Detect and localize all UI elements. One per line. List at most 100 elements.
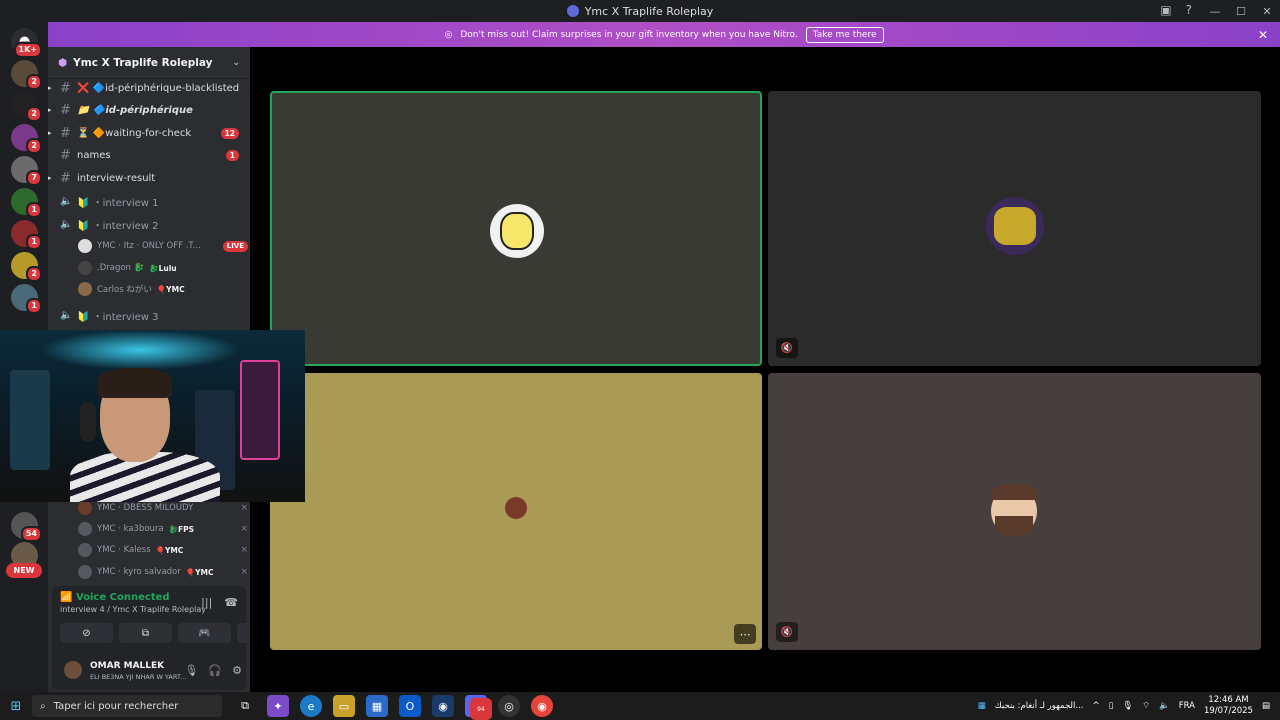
windows-taskbar: ⊞ ⌕ Taper ici pour rechercher ⧉ ✦ e ▭ ▦ … [0,692,1280,720]
nitro-banner: ◎ Don't miss out! Claim surprises in you… [48,22,1280,47]
channel-item[interactable]: ▸ # 📁 🔷id-périphérique [48,99,250,121]
voice-member[interactable]: YMC · ka3boura 🐉FPS ⨯ [78,519,248,539]
channel-name: ⏳ 🔶waiting-for-check [77,127,192,139]
taskbar-search[interactable]: ⌕ Taper ici pour rechercher [32,695,222,717]
hash-icon: # [60,170,71,186]
home-badge: 1K+ [13,42,42,58]
guild-icon[interactable]: 2 [11,92,42,122]
voice-channel-item[interactable]: 🔈 🔰 ・interview 3 [48,304,250,326]
maximize-button[interactable]: ☐ [1228,5,1254,18]
channel-item[interactable]: ▸ # ❌ 🔷id-périphérique-blacklisted [48,77,250,99]
guild-icon[interactable]: 7 [11,156,42,186]
participant-tile[interactable]: 🔇 [768,91,1261,366]
avatar[interactable] [64,661,82,679]
voice-location: interview 4 / Ymc X Traplife Roleplay [60,605,207,614]
windows-start-icon[interactable]: ⊞ [0,699,32,714]
activity-button[interactable]: 🎮 [178,623,231,643]
news-ticker[interactable]: الجمهور لـ أنغام: بنحبك... [995,701,1084,711]
guild-icon[interactable]: 2 [11,60,42,90]
guild-icon[interactable]: 2 [11,124,42,154]
channel-item[interactable]: ▸ # ⏳ 🔶waiting-for-check 12 [48,122,250,144]
outlook-icon[interactable]: O [399,695,421,717]
participant-tile[interactable]: ⋯ [270,373,762,650]
guild-icon[interactable]: 1 [11,220,42,250]
microphone-icon[interactable]: 🎙 [184,664,198,677]
microphone-tray-icon[interactable]: 🎙 [1122,701,1133,711]
voice-stage: 🔇 ⋯ 🔇 [250,47,1280,692]
notification-icon[interactable]: ▤ [1262,701,1270,711]
chrome-icon[interactable]: ◉ [531,695,553,717]
avatar [78,543,92,557]
voice-channel-item[interactable]: 🔈 🔰 ・interview 1 [48,190,250,212]
speaker-icon: 🔈 [60,309,73,321]
noise-suppression-icon[interactable]: ||| [201,596,212,609]
channel-item[interactable]: # names 1 [48,144,250,166]
inbox-icon[interactable]: ▣ [1160,3,1171,17]
voice-channel-name: 🔰 ・interview 2 [77,220,159,232]
avatar-face [994,207,1036,245]
discord-home-button[interactable]: ◓ 1K+ [11,28,42,58]
obs-icon[interactable]: ◎ [498,695,520,717]
more-options-button[interactable]: ⋯ [734,624,756,644]
gift-icon: ◎ [444,29,453,40]
channel-item[interactable]: ▸ # interview-result [48,167,250,189]
member-name: .Dragon 🐉 [97,263,145,273]
steam-icon[interactable]: ◉ [432,695,454,717]
window-titlebar: Ymc X Traplife Roleplay ▣ ? — ☐ ✕ [0,0,1280,22]
disconnect-icon[interactable]: ☎ [224,596,238,609]
voice-member[interactable]: Carlos ねがい 🎈YMC [78,279,248,299]
guild-icon[interactable]: 54 [11,512,42,542]
arcade-cabinet [10,370,50,470]
chevron-up-icon[interactable]: ^ [1093,701,1100,711]
copilot-icon[interactable]: ✦ [267,695,289,717]
server-boost-icon: ⬢ [58,56,68,69]
task-view-icon[interactable]: ⧉ [234,695,256,717]
settings-gear-icon[interactable]: ⚙ [232,664,242,677]
participant-tile-speaking[interactable] [270,91,762,366]
guild-icon[interactable]: 2 [11,252,42,282]
edge-icon[interactable]: e [300,695,322,717]
battery-icon[interactable]: ▯ [1109,701,1114,711]
participant-tile[interactable]: 🔇 [768,373,1261,650]
take-me-there-button[interactable]: Take me there [805,26,884,43]
webcam-overlay [0,330,305,502]
guild-icon[interactable]: 1 [11,188,42,218]
member-tag: 🎈YMC [185,567,214,577]
voice-member[interactable]: .Dragon 🐉 🐉Lulu [78,258,248,278]
file-explorer-icon[interactable]: ▭ [333,695,355,717]
server-header[interactable]: ⬢ Ymc X Traplife Roleplay ⌄ [48,47,250,79]
camera-off-button[interactable]: ⊘ [60,623,113,643]
close-banner-icon[interactable]: ✕ [1258,28,1268,42]
headset [80,402,96,442]
volume-icon[interactable]: 🔈 [1159,701,1170,711]
clock[interactable]: 12:46 AM 19/07/2025 [1204,695,1253,717]
voice-member[interactable]: YMC · Kaless 🎈YMC ⨯ [78,540,248,560]
guild-icon[interactable]: 1 [11,284,42,314]
member-tag: 🎈YMC [156,284,185,294]
member-name: YMC · kyro salvador [97,567,181,577]
taskbar-apps: ⧉ ✦ e ▭ ▦ O ◉ ◓94 ◎ ◉ [234,695,553,720]
hash-icon: # [60,125,71,141]
network-icon[interactable]: ⌔ [1142,701,1150,711]
avatar [78,282,92,296]
screen-share-button[interactable]: ⧉ [119,623,172,643]
muted-icon: ⨯ [240,567,248,577]
voice-member[interactable]: YMC · kyro salvador 🎈YMC ⨯ [78,562,248,582]
chevron-down-icon[interactable]: ⌄ [232,58,240,68]
headphones-icon[interactable]: 🎧 [208,664,222,677]
search-icon: ⌕ [40,700,46,712]
streamer [70,368,220,502]
channel-name: interview-result [77,172,156,184]
voice-channel-item[interactable]: 🔈 🔰 ・interview 2 [48,213,250,235]
mention-badge: 1 [225,149,239,161]
language-indicator[interactable]: FRA [1179,701,1195,711]
close-window-button[interactable]: ✕ [1254,5,1280,18]
minimize-button[interactable]: — [1202,5,1228,18]
arcade-cabinet [240,360,280,460]
voice-member[interactable]: YMC · Itz · ONLY OFF .T... LIVE [78,236,248,256]
member-name: YMC · ka3boura [97,524,164,534]
store-icon[interactable]: ▦ [366,695,388,717]
discord-taskbar-icon[interactable]: ◓94 [465,695,492,720]
help-icon[interactable]: ? [1186,3,1192,17]
widgets-icon[interactable]: ▦ [978,701,986,711]
